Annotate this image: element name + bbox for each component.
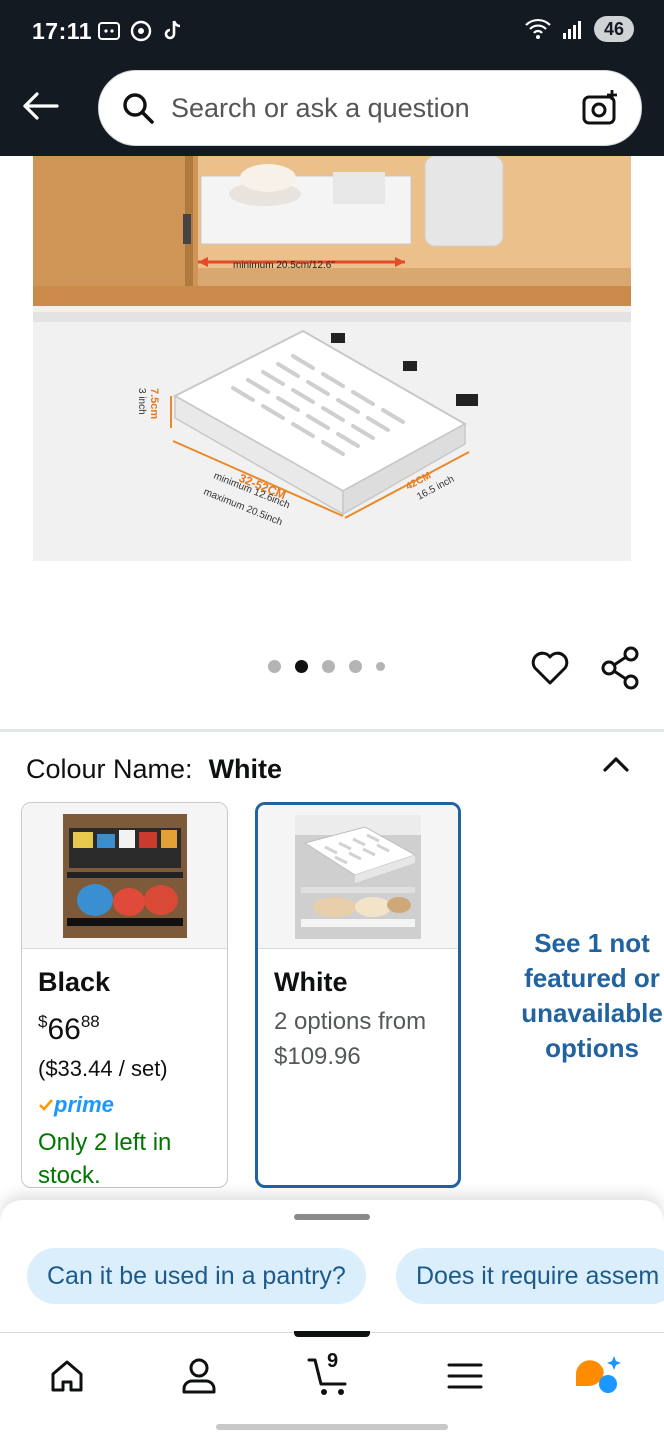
search-icon [123,93,154,124]
cart-count-badge: 9 [327,1350,339,1372]
variant-options-price: $109.96 [274,1043,361,1070]
variant-name: White [274,967,348,997]
screenshot-icon [98,22,120,40]
signal-icon [563,21,581,39]
image-carousel-dots[interactable] [268,660,385,673]
heart-icon[interactable] [530,648,570,688]
variant-white-selected[interactable]: White 2 options from $109.96 [255,802,461,1188]
image-label-height-cm: 7.5cm [148,388,160,419]
back-arrow-icon [23,92,59,120]
variant-price: $6688 [38,1012,100,1046]
sync-icon [130,20,152,42]
home-icon [51,1360,83,1392]
question-chip-pantry[interactable]: Can it be used in a pantry? [27,1248,366,1304]
variant-black[interactable]: Black $6688 ($33.44 / set) prime Only 2 … [21,802,228,1188]
carousel-dot[interactable] [268,660,281,673]
carousel-dot[interactable] [376,662,385,671]
system-status: 46 [524,16,634,42]
chevron-up-icon[interactable] [600,750,632,778]
section-divider [0,729,664,732]
colour-selected-value: White [208,754,283,784]
sheet-drag-handle[interactable] [294,1214,370,1220]
variant-black-image [22,803,227,949]
hamburger-menu-icon [447,1363,483,1389]
back-button[interactable] [18,86,62,126]
cart-active-indicator [294,1331,370,1337]
colour-label: Colour Name: [26,754,193,784]
nav-home[interactable] [42,1351,92,1401]
product-photo: minimum 20.5cm/12.6" 7.5cm 3 inch 32-52C… [33,156,631,561]
carousel-dot[interactable] [349,660,362,673]
variant-unit-price: ($33.44 / set) [38,1056,168,1081]
product-image[interactable]: minimum 20.5cm/12.6" 7.5cm 3 inch 32-52C… [33,156,631,561]
colour-name-row: Colour Name: White [26,754,282,785]
gesture-home-indicator[interactable] [216,1424,448,1430]
tiktok-icon [164,20,181,40]
questions-sheet: Can it be used in a pantry? Does it requ… [0,1200,664,1332]
notification-icons [96,18,186,44]
product-page: 17:11 46 Search or ask a question minimu… [0,0,664,1440]
nav-assistant[interactable] [572,1351,622,1401]
variant-white-image [258,805,458,949]
search-placeholder: Search or ask a question [171,92,470,123]
nav-account[interactable] [174,1351,224,1401]
carousel-dot[interactable] [322,660,335,673]
image-label-minimum: minimum 20.5cm/12.6" [233,260,335,271]
top-header: 17:11 46 Search or ask a question [0,0,664,156]
carousel-dot-active[interactable] [295,660,308,673]
rufus-assistant-icon [576,1356,621,1393]
status-time: 17:11 [32,18,93,44]
camera-search-icon[interactable] [581,88,621,128]
image-label-height-in: 3 inch [136,388,147,415]
nav-menu[interactable] [440,1351,490,1401]
variant-name: Black [38,967,111,997]
variant-stock-status: Only 2 left in stock. [38,1129,172,1188]
variant-options-text: 2 options from [274,1008,427,1035]
account-icon [182,1358,216,1394]
question-chip-assembly[interactable]: Does it require assem [396,1248,664,1304]
see-unavailable-options-link[interactable]: See 1 not featured or unavailable option… [506,926,664,1066]
wifi-icon [525,18,551,39]
search-input[interactable]: Search or ask a question [98,70,642,146]
battery-indicator: 46 [594,16,634,42]
prime-check-icon [39,1099,53,1111]
prime-badge: prime [38,1092,211,1118]
share-icon[interactable] [600,646,640,690]
